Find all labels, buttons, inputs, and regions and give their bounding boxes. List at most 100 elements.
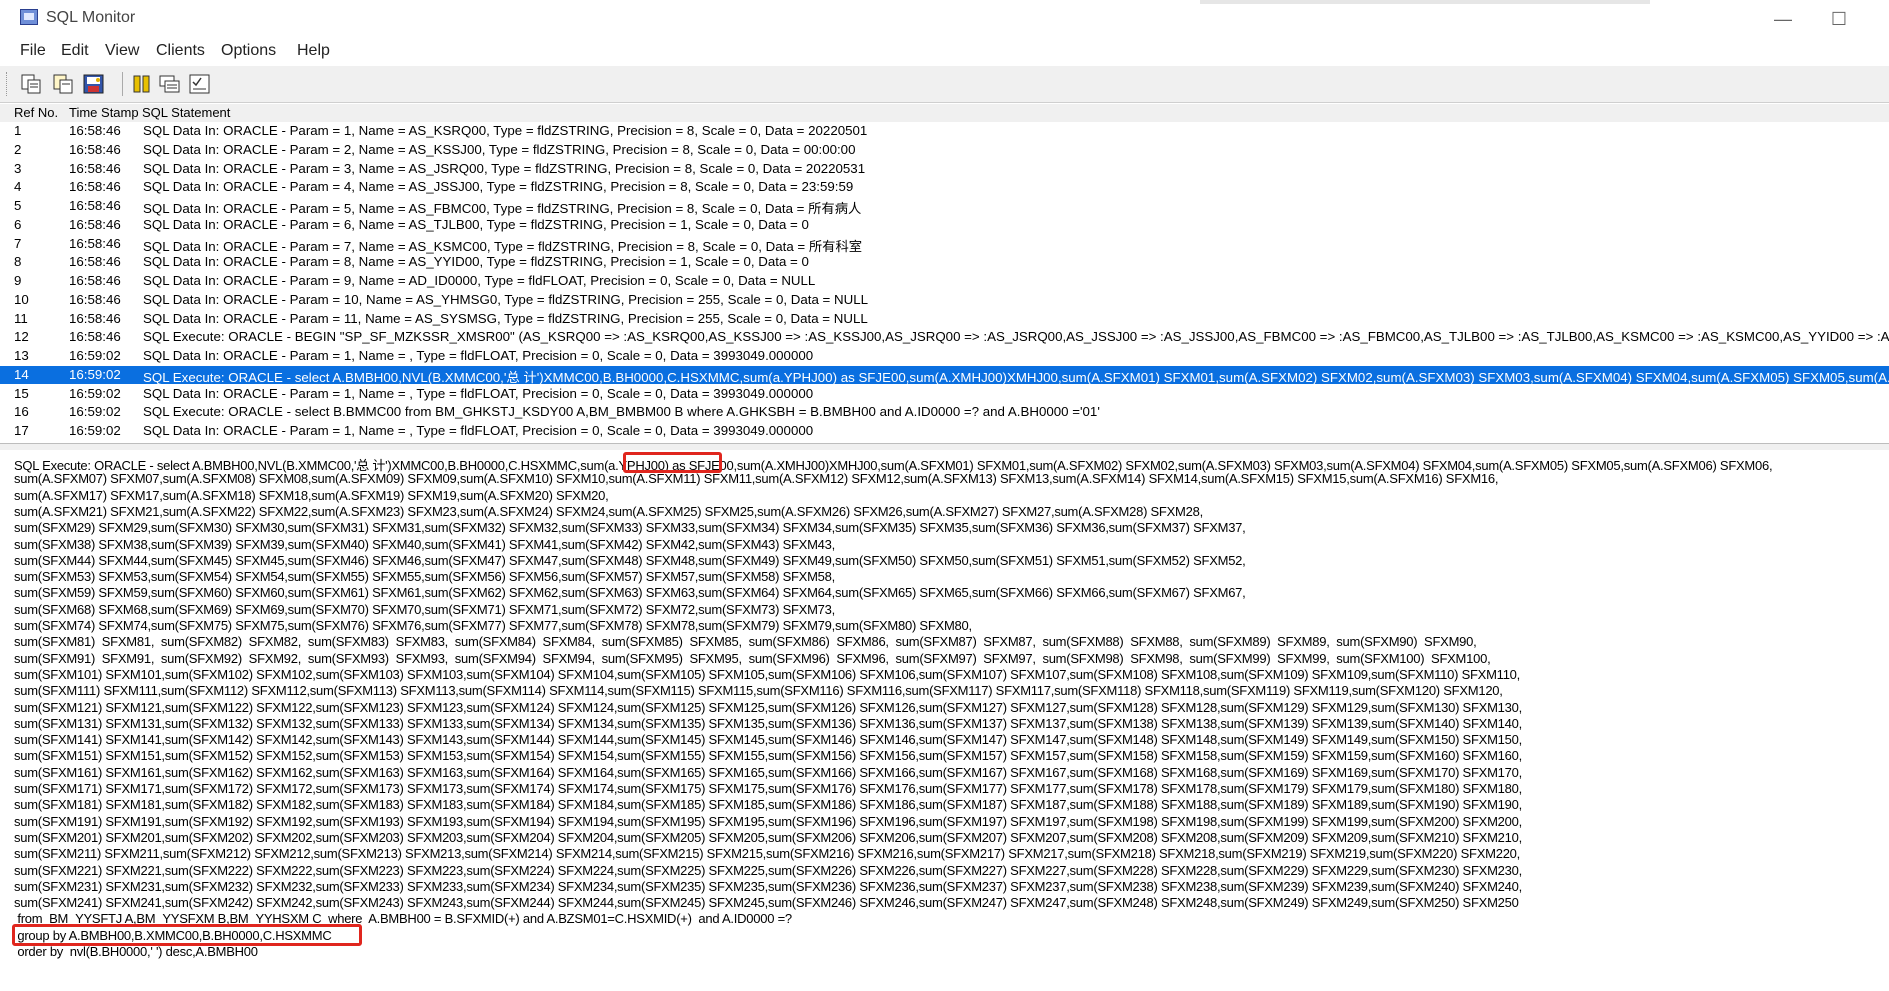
sql-detail-line: sum(SFXM101) SFXM101,sum(SFXM102) SFXM10… [14,666,1521,682]
sql-detail-line: sum(SFXM231) SFXM231,sum(SFXM232) SFXM23… [14,878,1522,894]
row-statement: SQL Execute: ORACLE - select A.BMBH00,NV… [143,369,1889,385]
row-statement: SQL Data In: ORACLE - Param = 4, Name = … [143,179,854,195]
row-ref: 2 [14,141,22,157]
row-ref: 17 [14,423,29,438]
save-icon[interactable] [82,73,106,95]
row-statement: SQL Data In: ORACLE - Param = 6, Name = … [143,216,809,232]
row-statement: SQL Data In: ORACLE - Param = 8, Name = … [143,254,809,270]
row-statement: SQL Data In: ORACLE - Param = 10, Name =… [143,291,869,307]
menu-file[interactable]: File [20,42,46,60]
row-timestamp: 16:58:46 [69,216,121,232]
window-title: SQL Monitor [46,9,136,26]
row-timestamp: 16:58:46 [69,310,121,326]
list-row[interactable]: 3 16:58:46 SQL Data In: ORACLE - Param = 3… [0,160,1889,178]
checklist-icon[interactable] [188,73,212,95]
sql-detail-line: sum(SFXM74) SFXM74,sum(SFXM75) SFXM75,su… [14,618,972,633]
row-ref: 4 [14,179,22,195]
toolbar-grip[interactable] [6,72,9,96]
row-statement: SQL Execute: ORACLE - BEGIN "SP_SF_MZKSS… [143,329,1889,345]
list-row[interactable]: 1 16:58:46 SQL Data In: ORACLE - Param = 1… [0,122,1889,140]
row-timestamp: 16:59:02 [69,366,121,382]
menu-bar: File Edit View Clients Options Help [0,38,1889,66]
list-row[interactable]: 15 16:59:02 SQL Data In: ORACLE - Param = … [0,385,1889,403]
row-timestamp: 16:59:02 [69,348,121,363]
app-icon [20,9,38,25]
row-ref: 5 [14,198,22,213]
sql-detail-line: sum(SFXM211) SFXM211,sum(SFXM212) SFXM21… [14,846,1521,862]
sql-detail-line: order by nvl(B.BH0000,' ') desc,A.BMBH00 [14,944,258,959]
sql-detail-line: sum(A.SFXM07) SFXM07,sum(A.SFXM08) SFXM0… [14,471,1499,487]
row-ref: 15 [14,385,29,401]
list-row[interactable]: 12 16:58:46 SQL Execute: ORACLE - BEGIN "S… [0,328,1889,346]
column-header-timestamp[interactable]: Time Stamp [69,105,139,120]
list-row[interactable]: 13 16:59:02 SQL Data In: ORACLE - Param = … [0,347,1889,365]
menu-clients[interactable]: Clients [156,42,205,60]
row-ref: 8 [14,254,22,270]
list-row[interactable]: 6 16:58:46 SQL Data In: ORACLE - Param = 6… [0,216,1889,234]
list-row[interactable]: 9 16:58:46 SQL Data In: ORACLE - Param = 9… [0,272,1889,290]
row-statement: SQL Data In: ORACLE - Param = 1, Name = … [143,385,814,401]
list-row[interactable]: 14 16:59:02 SQL Execute: ORACLE - select A… [0,365,1889,385]
row-ref: 12 [14,329,29,345]
sql-detail-line: sum(SFXM81) SFXM81, sum(SFXM82) SFXM82, … [14,634,1477,650]
list-row[interactable]: 17 16:59:02 SQL Data In: ORACLE - Param = … [0,422,1889,440]
maximize-button[interactable]: ☐ [1816,4,1862,34]
minimize-button[interactable]: — [1760,4,1806,34]
list-row[interactable]: 7 16:58:46 SQL Data In: ORACLE - Param = 7… [0,235,1889,254]
list-row[interactable]: 11 16:58:46 SQL Data In: ORACLE - Param = … [0,310,1889,328]
column-header-ref[interactable]: Ref No. [14,105,58,120]
sql-detail-line: sum(SFXM151) SFXM151,sum(SFXM152) SFXM15… [14,748,1522,764]
pause-icon[interactable] [130,73,154,95]
row-statement: SQL Data In: ORACLE - Param = 2, Name = … [143,141,856,157]
list-row[interactable]: 10 16:58:46 SQL Data In: ORACLE - Param = … [0,291,1889,309]
sql-detail-line: sum(SFXM241) SFXM241,sum(SFXM242) SFXM24… [14,895,1519,911]
row-ref: 10 [14,291,29,307]
sql-detail-line: sum(SFXM59) SFXM59,sum(SFXM60) SFXM60,su… [14,585,1246,601]
row-timestamp: 16:59:02 [69,423,121,438]
list-row[interactable]: 2 16:58:46 SQL Data In: ORACLE - Param = 2… [0,141,1889,159]
menu-edit[interactable]: Edit [61,42,89,60]
list-row[interactable]: 16 16:59:02 SQL Execute: ORACLE - select B… [0,403,1889,421]
row-statement: SQL Data In: ORACLE - Param = 9, Name = … [143,273,816,288]
sql-detail-line: sum(SFXM38) SFXM38,sum(SFXM39) SFXM39,su… [14,536,836,552]
row-ref: 14 [14,366,29,382]
sql-detail-line: sum(SFXM121) SFXM121,sum(SFXM122) SFXM12… [14,699,1522,715]
row-statement: SQL Data In: ORACLE - Param = 3, Name = … [143,160,866,176]
highlight-group-by [12,924,362,946]
row-statement: SQL Data In: ORACLE - Param = 1, Name = … [143,123,868,138]
row-statement: SQL Execute: ORACLE - select B.BMMC00 fr… [143,404,1100,420]
row-statement: SQL Data In: ORACLE - Param = 1, Name = … [143,423,814,438]
copy-all-icon[interactable] [52,73,76,95]
row-ref: 3 [14,160,22,176]
menu-help[interactable]: Help [297,42,330,60]
sql-detail-line: sum(SFXM44) SFXM44,sum(SFXM45) SFXM45,su… [14,552,1246,568]
list-row[interactable]: 5 16:58:46 SQL Data In: ORACLE - Param = 5… [0,197,1889,216]
list-header: Ref No. Time Stamp SQL Statement [0,104,1889,123]
menu-options[interactable]: Options [221,42,276,60]
row-ref: 13 [14,348,29,363]
toolbar-separator [122,72,123,96]
row-timestamp: 16:59:02 [69,404,121,420]
menu-view[interactable]: View [105,42,139,60]
sql-detail-line: sum(SFXM181) SFXM181,sum(SFXM182) SFXM18… [14,797,1522,813]
sql-detail-line: sum(SFXM91) SFXM91, sum(SFXM92) SFXM92, … [14,650,1491,666]
sql-detail-line: sum(SFXM171) SFXM171,sum(SFXM172) SFXM17… [14,781,1522,796]
column-header-statement[interactable]: SQL Statement [142,105,230,120]
toolbar [0,66,1889,103]
clear-icon[interactable] [158,73,182,95]
row-ref: 16 [14,404,29,420]
title-bar: SQL Monitor — ☐ [0,0,1889,38]
sql-detail-line: sum(A.SFXM21) SFXM21,sum(A.SFXM22) SFXM2… [14,503,1203,519]
sql-detail-pane[interactable]: SQL Execute: ORACLE - select A.BMBH00,NV… [0,450,1889,991]
row-ref: 9 [14,273,22,288]
row-timestamp: 16:58:46 [69,160,121,176]
row-timestamp: 16:58:46 [69,329,121,345]
list-row[interactable]: 4 16:58:46 SQL Data In: ORACLE - Param = 4… [0,178,1889,196]
sql-trace-list[interactable]: 1 16:58:46 SQL Data In: ORACLE - Param = 1… [0,122,1889,442]
row-ref: 6 [14,216,22,232]
row-timestamp: 16:58:46 [69,254,121,270]
list-row[interactable]: 8 16:58:46 SQL Data In: ORACLE - Param = 8… [0,253,1889,271]
copy-icon[interactable] [20,73,44,95]
row-timestamp: 16:58:46 [69,235,121,251]
row-ref: 11 [14,310,28,326]
